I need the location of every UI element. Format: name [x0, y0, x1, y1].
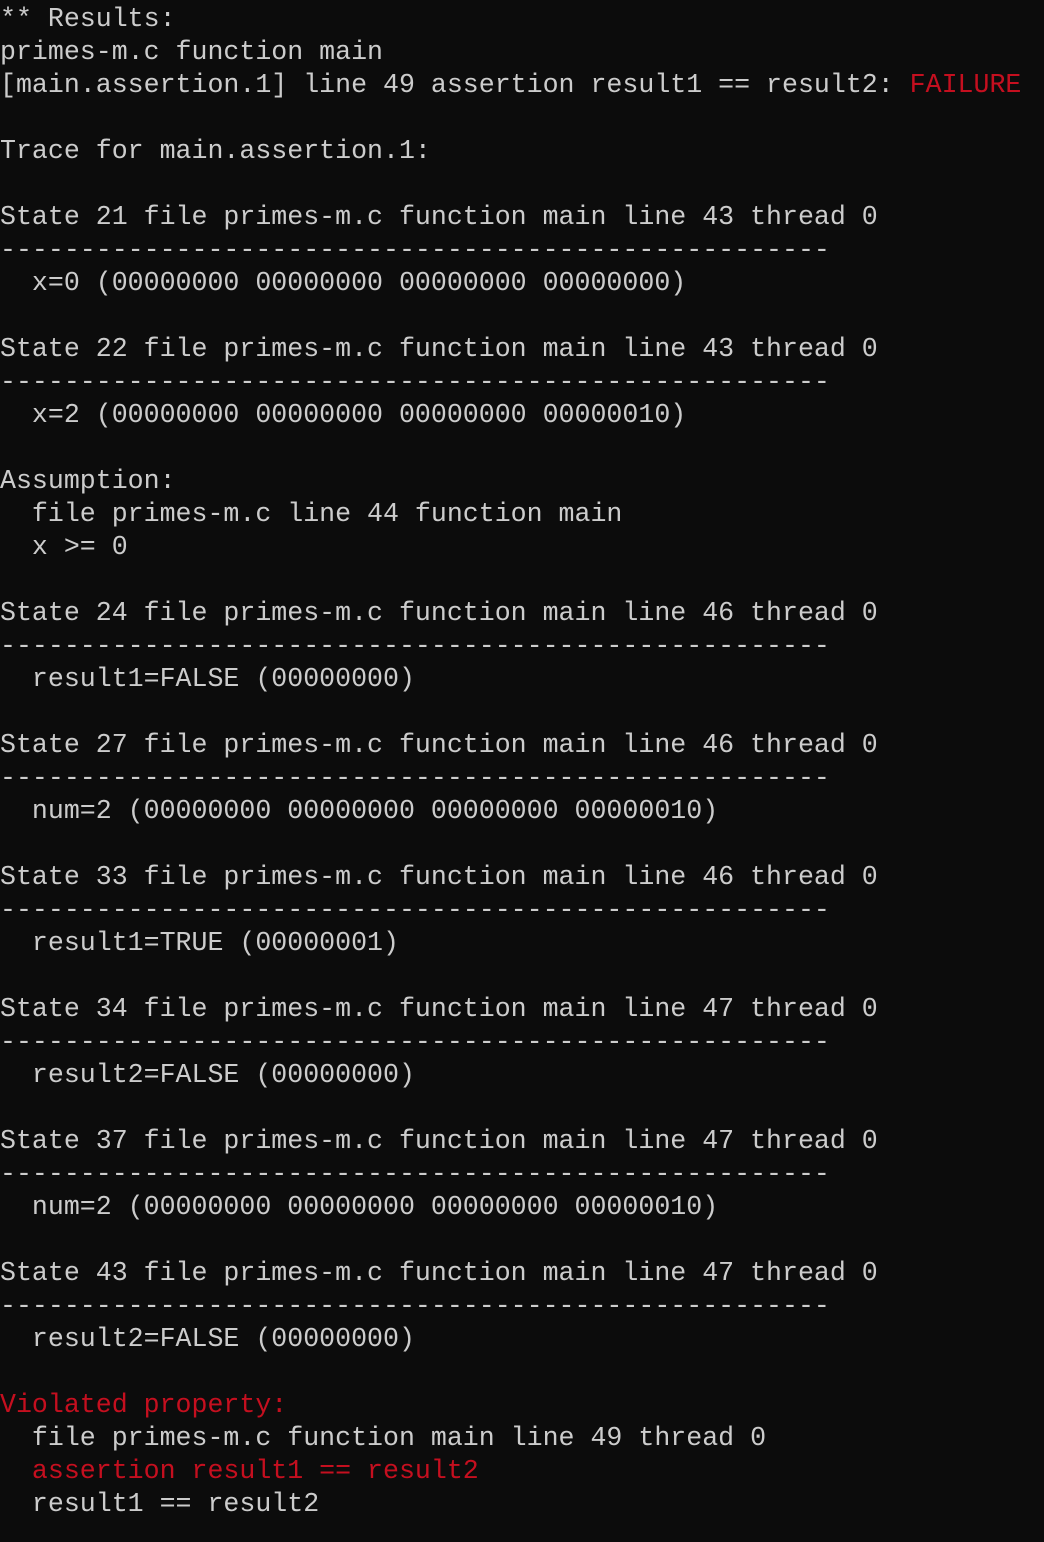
output-text: x=0 (00000000 00000000 00000000 00000000…: [0, 268, 687, 298]
terminal-line: ----------------------------------------…: [0, 630, 1044, 663]
terminal-line: State 34 file primes-m.c function main l…: [0, 993, 1044, 1026]
terminal-line: ** Results:: [0, 3, 1044, 36]
output-text: ----------------------------------------…: [0, 235, 830, 265]
output-text: State 27 file primes-m.c function main l…: [0, 730, 878, 760]
output-text: result2=FALSE (00000000): [0, 1324, 415, 1354]
terminal-line: State 21 file primes-m.c function main l…: [0, 201, 1044, 234]
terminal-line: result1=FALSE (00000000): [0, 663, 1044, 696]
error-text: Violated property:: [0, 1390, 288, 1420]
output-text: ** Results:: [0, 4, 176, 34]
terminal-line: ----------------------------------------…: [0, 1026, 1044, 1059]
terminal-output: ** Results: primes-m.c function main [main…: [0, 0, 1044, 1521]
terminal-line: result1 == result2: [0, 1488, 1044, 1521]
terminal-line: State 24 file primes-m.c function main l…: [0, 597, 1044, 630]
output-text: file primes-m.c line 44 function main: [0, 499, 623, 529]
terminal-line: [main.assertion.1] line 49 assertion res…: [0, 69, 1044, 102]
error-text: assertion result1 == result2: [0, 1456, 479, 1486]
terminal-line: ----------------------------------------…: [0, 234, 1044, 267]
output-text: result2=FALSE (00000000): [0, 1060, 415, 1090]
terminal-line: file primes-m.c line 44 function main: [0, 498, 1044, 531]
output-text: ----------------------------------------…: [0, 1159, 830, 1189]
output-text: [main.assertion.1] line 49 assertion res…: [0, 70, 910, 100]
terminal-line: primes-m.c function main: [0, 36, 1044, 69]
output-text: result1=FALSE (00000000): [0, 664, 415, 694]
terminal-line: result2=FALSE (00000000): [0, 1059, 1044, 1092]
output-text: State 37 file primes-m.c function main l…: [0, 1126, 878, 1156]
output-text: num=2 (00000000 00000000 00000000 000000…: [0, 1192, 719, 1222]
terminal-line: ----------------------------------------…: [0, 762, 1044, 795]
terminal-line: assertion result1 == result2: [0, 1455, 1044, 1488]
terminal-line: ----------------------------------------…: [0, 366, 1044, 399]
output-text: ----------------------------------------…: [0, 1291, 830, 1321]
terminal-line: num=2 (00000000 00000000 00000000 000000…: [0, 795, 1044, 828]
terminal-line: result1=TRUE (00000001): [0, 927, 1044, 960]
output-text: Trace for main.assertion.1:: [0, 136, 431, 166]
output-text: ----------------------------------------…: [0, 367, 830, 397]
output-text: ----------------------------------------…: [0, 631, 830, 661]
terminal-line: x=0 (00000000 00000000 00000000 00000000…: [0, 267, 1044, 300]
terminal-line: x >= 0: [0, 531, 1044, 564]
terminal-line: ----------------------------------------…: [0, 894, 1044, 927]
output-text: x=2 (00000000 00000000 00000000 00000010…: [0, 400, 687, 430]
terminal-line: State 37 file primes-m.c function main l…: [0, 1125, 1044, 1158]
output-text: x >= 0: [0, 532, 128, 562]
output-text: ----------------------------------------…: [0, 895, 830, 925]
terminal-line: num=2 (00000000 00000000 00000000 000000…: [0, 1191, 1044, 1224]
terminal-line: State 27 file primes-m.c function main l…: [0, 729, 1044, 762]
terminal-line: State 33 file primes-m.c function main l…: [0, 861, 1044, 894]
output-text: State 34 file primes-m.c function main l…: [0, 994, 878, 1024]
output-text: Assumption:: [0, 466, 176, 496]
output-text: file primes-m.c function main line 49 th…: [0, 1423, 767, 1453]
terminal-line: x=2 (00000000 00000000 00000000 00000010…: [0, 399, 1044, 432]
output-text: State 21 file primes-m.c function main l…: [0, 202, 878, 232]
output-text: result1 == result2: [0, 1489, 320, 1519]
terminal-line: result2=FALSE (00000000): [0, 1323, 1044, 1356]
terminal-line: Trace for main.assertion.1:: [0, 135, 1044, 168]
output-text: ----------------------------------------…: [0, 1027, 830, 1057]
error-text: FAILURE: [909, 70, 1022, 100]
terminal-line: file primes-m.c function main line 49 th…: [0, 1422, 1044, 1455]
terminal-line: Assumption:: [0, 465, 1044, 498]
terminal-line: ----------------------------------------…: [0, 1290, 1044, 1323]
output-text: result1=TRUE (00000001): [0, 928, 399, 958]
output-text: State 24 file primes-m.c function main l…: [0, 598, 878, 628]
terminal-line: Violated property:: [0, 1389, 1044, 1422]
output-text: State 33 file primes-m.c function main l…: [0, 862, 878, 892]
terminal-line: State 43 file primes-m.c function main l…: [0, 1257, 1044, 1290]
output-text: num=2 (00000000 00000000 00000000 000000…: [0, 796, 719, 826]
terminal-line: State 22 file primes-m.c function main l…: [0, 333, 1044, 366]
output-text: primes-m.c function main: [0, 37, 384, 67]
output-text: ----------------------------------------…: [0, 763, 830, 793]
output-text: State 43 file primes-m.c function main l…: [0, 1258, 878, 1288]
output-text: State 22 file primes-m.c function main l…: [0, 334, 878, 364]
terminal-line: ----------------------------------------…: [0, 1158, 1044, 1191]
